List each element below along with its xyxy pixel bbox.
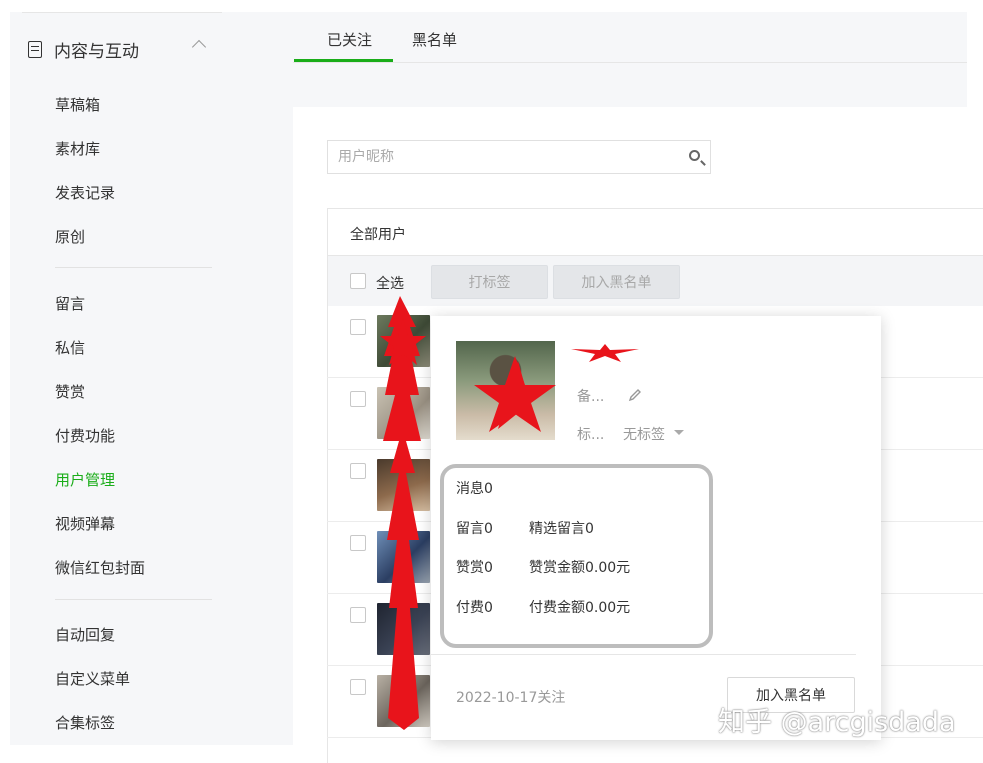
redacted-nickname-icon: [571, 344, 639, 362]
sidebar-item-paid-features[interactable]: 付费功能: [55, 425, 115, 446]
pencil-icon[interactable]: [628, 388, 642, 402]
user-avatar[interactable]: [377, 603, 430, 655]
sidebar-item-collection-tags[interactable]: 合集标签: [55, 712, 115, 733]
sidebar-top-divider: [22, 12, 222, 13]
row-checkbox[interactable]: [350, 391, 366, 407]
tag-select[interactable]: 无标签: [623, 424, 665, 444]
row-checkbox[interactable]: [350, 319, 366, 335]
add-to-blacklist-button[interactable]: 加入黑名单: [553, 265, 680, 299]
sidebar-item-comments[interactable]: 留言: [55, 293, 85, 314]
user-avatar[interactable]: [377, 531, 430, 583]
document-icon: [28, 40, 42, 58]
sidebar-item-original[interactable]: 原创: [55, 226, 85, 247]
search-box: [327, 140, 711, 174]
sidebar-item-custom-menu[interactable]: 自定义菜单: [55, 668, 130, 689]
active-tab-indicator: [294, 59, 393, 62]
tab-blacklist[interactable]: 黑名单: [412, 29, 457, 50]
row-checkbox[interactable]: [350, 535, 366, 551]
row-checkbox[interactable]: [350, 607, 366, 623]
remark-label: 备...: [577, 389, 605, 405]
follow-date: 2022-10-17关注: [456, 690, 566, 706]
user-list-header: 全部用户: [327, 208, 983, 256]
sidebar-item-user-management[interactable]: 用户管理: [55, 469, 115, 490]
sidebar-item-publish-records[interactable]: 发表记录: [55, 182, 115, 203]
messages-count: 消息0: [456, 481, 493, 497]
sidebar-divider: [55, 599, 212, 600]
row-checkbox[interactable]: [350, 463, 366, 479]
paid-count: 付费0: [456, 600, 493, 616]
comments-count: 留言0: [456, 521, 493, 537]
sidebar-section-label: 内容与互动: [54, 41, 139, 62]
sidebar-item-drafts[interactable]: 草稿箱: [55, 94, 100, 115]
add-tag-button[interactable]: 打标签: [431, 265, 548, 299]
reward-amount: 赞赏金额0.00元: [529, 560, 631, 576]
user-avatar[interactable]: [377, 315, 430, 367]
search-icon[interactable]: [689, 150, 700, 161]
select-all-checkbox[interactable]: [350, 273, 366, 289]
popup-divider: [431, 654, 856, 655]
watermark: 知乎 @arcgisdada: [718, 707, 956, 738]
user-avatar[interactable]: [377, 387, 430, 439]
user-avatar[interactable]: [377, 675, 430, 727]
sidebar-item-video-danmaku[interactable]: 视频弹幕: [55, 513, 115, 534]
chevron-up-icon[interactable]: [191, 39, 207, 55]
sidebar-section-content-interaction[interactable]: 内容与互动: [28, 34, 228, 64]
sidebar: 内容与互动 草稿箱 素材库 发表记录 原创 留言 私信 赞赏 付费功能 用户管理…: [10, 12, 293, 745]
search-input[interactable]: [328, 141, 668, 173]
sidebar-item-red-packet-cover[interactable]: 微信红包封面: [55, 557, 145, 578]
sidebar-item-private-messages[interactable]: 私信: [55, 337, 85, 358]
tab-bar: [293, 12, 967, 63]
tab-following[interactable]: 已关注: [327, 29, 372, 50]
content-gap: [293, 63, 967, 107]
sidebar-item-materials[interactable]: 素材库: [55, 138, 100, 159]
caret-down-icon[interactable]: [674, 430, 684, 435]
popup-user-avatar: [456, 341, 555, 440]
featured-comments-count: 精选留言0: [529, 521, 594, 537]
sidebar-item-rewards[interactable]: 赞赏: [55, 381, 85, 402]
paid-amount: 付费金额0.00元: [529, 600, 631, 616]
bulk-toolbar: 全选 打标签 加入黑名单: [327, 256, 983, 306]
red-star-mark-icon: [484, 361, 552, 429]
select-all-label: 全选: [376, 276, 404, 292]
user-detail-popup: 备... 标... 无标签 消息0 留言0 精选留言0 赞赏0 赞赏金额0.00…: [431, 316, 881, 740]
table-left-border: [327, 306, 328, 763]
rewards-count: 赞赏0: [456, 560, 493, 576]
all-users-label: 全部用户: [350, 227, 406, 243]
sidebar-item-auto-reply[interactable]: 自动回复: [55, 624, 115, 645]
user-avatar[interactable]: [377, 459, 430, 511]
row-checkbox[interactable]: [350, 679, 366, 695]
tag-label: 标...: [577, 427, 605, 443]
sidebar-divider: [55, 267, 212, 268]
